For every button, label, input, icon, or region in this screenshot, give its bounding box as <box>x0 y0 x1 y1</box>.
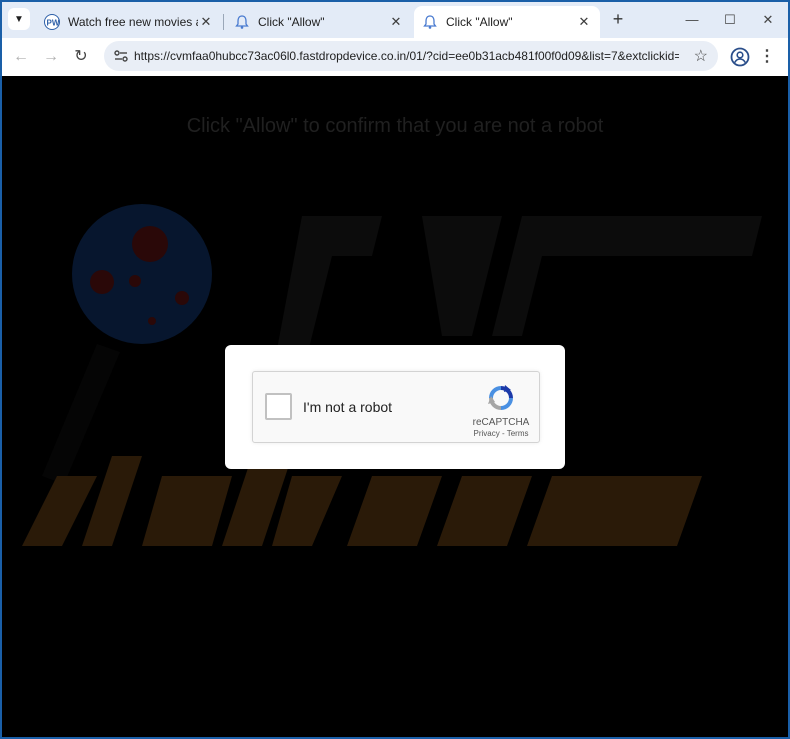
minimize-icon: — <box>685 12 699 27</box>
page-headline: Click "Allow" to confirm that you are no… <box>186 115 604 137</box>
link-separator: - <box>499 429 507 438</box>
url-text[interactable]: https://cvmfaa0hubcc73ac06l0.fastdropdev… <box>134 49 679 63</box>
star-icon[interactable]: ☆ <box>694 46 708 66</box>
profile-button[interactable] <box>729 46 751 68</box>
profile-icon <box>729 47 751 72</box>
close-icon: ✕ <box>762 12 774 27</box>
checkbox-label: I'm not a robot <box>303 399 393 415</box>
tab-watch-movies[interactable]: PW Watch free new movies and TV ✕ <box>36 6 222 38</box>
new-tab-button[interactable]: + <box>608 9 628 29</box>
recaptcha-links: Privacy - Terms <box>453 429 549 438</box>
not-a-robot-checkbox[interactable] <box>265 393 292 420</box>
maximize-button[interactable]: ☐ <box>718 8 742 32</box>
magnifier-logo-icon <box>42 204 212 484</box>
back-arrow-icon: ← <box>13 48 29 65</box>
plus-icon: + <box>612 9 624 29</box>
tab-separator <box>223 14 224 30</box>
terms-link[interactable]: Terms <box>507 429 529 438</box>
close-icon[interactable]: ✕ <box>198 14 214 30</box>
pw-logo-icon: PW <box>44 14 60 30</box>
risk-com-text-icon <box>22 456 702 546</box>
recaptcha-logo-icon <box>485 382 517 414</box>
page-content: Click "Allow" to confirm that you are no… <box>2 76 788 737</box>
close-icon[interactable]: ✕ <box>576 14 592 30</box>
forward-arrow-icon: → <box>43 48 59 65</box>
tab-click-allow-2[interactable]: Click "Allow" ✕ <box>414 6 600 38</box>
close-icon[interactable]: ✕ <box>388 14 404 30</box>
chevron-down-icon: ▼ <box>14 13 24 25</box>
browser-toolbar: ← → ↻ https://cvmfaa0hubcc73ac06l0.fastd… <box>2 38 788 76</box>
captcha-card: I'm not a robot reCAPTCHA Privacy - Term… <box>225 345 565 469</box>
privacy-link[interactable]: Privacy <box>474 429 500 438</box>
tab-strip: ▼ PW Watch free new movies and TV ✕ Clic… <box>2 2 788 38</box>
svg-text:PW: PW <box>47 19 60 28</box>
browser-window: ▼ PW Watch free new movies and TV ✕ Clic… <box>2 2 788 737</box>
tab-title: Click "Allow" <box>446 15 513 29</box>
forward-button[interactable]: → <box>40 46 62 68</box>
tab-title: Click "Allow" <box>258 15 325 29</box>
maximize-icon: ☐ <box>724 12 736 27</box>
site-settings-icon[interactable] <box>112 47 130 65</box>
back-button[interactable]: ← <box>10 46 32 68</box>
tab-search-button[interactable]: ▼ <box>8 8 30 30</box>
tab-click-allow-1[interactable]: Click "Allow" ✕ <box>226 6 412 38</box>
recaptcha-brand: reCAPTCHA <box>472 417 530 428</box>
tab-title: Watch free new movies and TV <box>68 15 198 29</box>
minimize-button[interactable]: — <box>680 8 704 32</box>
bell-icon <box>422 14 438 30</box>
address-bar[interactable]: https://cvmfaa0hubcc73ac06l0.fastdropdev… <box>104 41 718 71</box>
bell-icon <box>234 14 250 30</box>
close-window-button[interactable]: ✕ <box>756 8 780 32</box>
reload-icon: ↻ <box>74 48 88 65</box>
recaptcha-widget: I'm not a robot reCAPTCHA Privacy - Term… <box>252 371 540 443</box>
kebab-menu-icon: ⋮ <box>759 48 775 65</box>
reload-button[interactable]: ↻ <box>70 46 92 68</box>
browser-menu-button[interactable]: ⋮ <box>759 46 775 68</box>
